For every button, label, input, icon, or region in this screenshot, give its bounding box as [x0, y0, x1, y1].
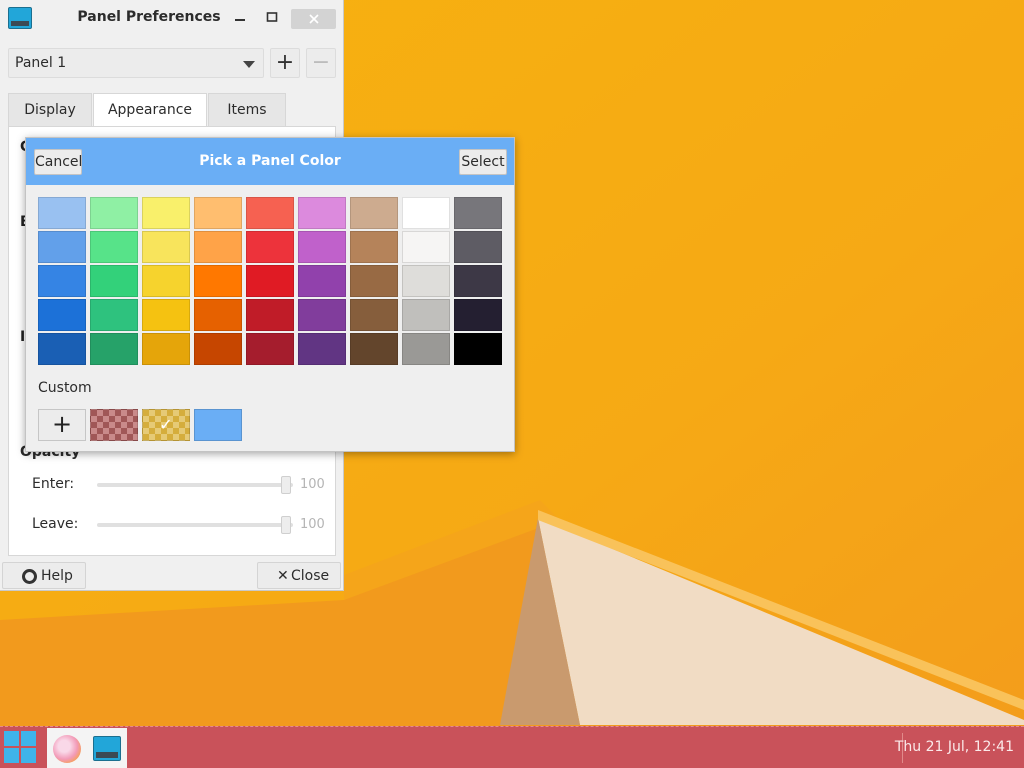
taskbar: Thu 21 Jul, 12:41	[0, 726, 1024, 768]
color-swatch[interactable]	[350, 197, 398, 229]
color-swatch[interactable]	[90, 299, 138, 331]
color-swatch[interactable]	[298, 299, 346, 331]
enter-opacity-label: Enter:	[32, 476, 75, 492]
add-custom-color-button[interactable]: +	[38, 409, 86, 441]
title-bar: Panel Preferences	[0, 0, 344, 38]
color-swatch[interactable]	[38, 299, 86, 331]
leave-opacity-label: Leave:	[32, 516, 79, 532]
color-swatch[interactable]	[454, 231, 502, 263]
color-swatch[interactable]	[90, 231, 138, 263]
close-button[interactable]: ✕ Close	[257, 562, 341, 589]
minimize-button[interactable]	[229, 9, 251, 29]
color-swatch[interactable]	[402, 197, 450, 229]
maximize-button[interactable]	[261, 9, 283, 29]
color-swatch[interactable]	[454, 333, 502, 365]
color-swatch[interactable]	[350, 231, 398, 263]
color-swatch[interactable]	[194, 265, 242, 297]
taskbar-firefox-button[interactable]	[47, 728, 87, 768]
leave-opacity-slider-handle[interactable]	[281, 516, 291, 534]
color-swatch-grid	[38, 197, 504, 365]
color-swatch[interactable]	[350, 333, 398, 365]
enter-opacity-slider-handle[interactable]	[281, 476, 291, 494]
minimize-icon	[235, 19, 245, 21]
firefox-icon	[53, 735, 81, 763]
color-swatch[interactable]	[90, 265, 138, 297]
color-swatch[interactable]	[246, 197, 294, 229]
color-swatch[interactable]	[38, 265, 86, 297]
chevron-down-icon	[243, 61, 255, 68]
color-swatch[interactable]	[194, 231, 242, 263]
color-swatch[interactable]	[38, 333, 86, 365]
color-swatch[interactable]	[90, 197, 138, 229]
color-swatch[interactable]	[38, 197, 86, 229]
add-panel-button[interactable]: +	[270, 48, 300, 78]
help-lifebuoy-icon	[22, 569, 37, 584]
start-menu-button[interactable]	[0, 727, 42, 768]
color-swatch[interactable]	[402, 231, 450, 263]
color-swatch[interactable]	[194, 299, 242, 331]
taskbar-panel-preferences-button[interactable]	[87, 728, 127, 768]
cancel-button[interactable]: Cancel	[34, 149, 82, 175]
color-swatch[interactable]	[142, 299, 190, 331]
window-title: Panel Preferences	[77, 9, 221, 25]
enter-opacity-value: 100	[300, 477, 325, 492]
close-button-label: Close	[291, 568, 330, 584]
close-icon	[308, 14, 319, 24]
panel-select-value: Panel 1	[15, 55, 67, 71]
color-swatch[interactable]	[402, 265, 450, 297]
custom-colors-label: Custom	[38, 380, 92, 396]
tab-display[interactable]: Display	[8, 93, 92, 126]
maximize-icon	[266, 12, 278, 22]
color-swatch[interactable]	[402, 333, 450, 365]
close-window-button[interactable]	[291, 9, 336, 29]
color-swatch[interactable]	[142, 265, 190, 297]
color-swatch[interactable]	[246, 333, 294, 365]
color-swatch[interactable]	[246, 299, 294, 331]
custom-color-swatch-selected[interactable]: ✓	[142, 409, 190, 441]
panel-preferences-icon	[93, 736, 121, 761]
color-swatch[interactable]	[38, 231, 86, 263]
clock[interactable]: Thu 21 Jul, 12:41	[895, 739, 1014, 755]
checkmark-icon: ✓	[159, 415, 173, 434]
select-button[interactable]: Select	[459, 149, 507, 175]
remove-panel-button[interactable]: −	[306, 48, 336, 78]
close-icon: ✕	[277, 568, 289, 584]
custom-color-swatch[interactable]	[194, 409, 242, 441]
tab-items[interactable]: Items	[208, 93, 286, 126]
custom-color-swatch[interactable]	[90, 409, 138, 441]
color-swatch[interactable]	[246, 265, 294, 297]
color-swatch[interactable]	[90, 333, 138, 365]
color-swatch[interactable]	[350, 265, 398, 297]
tab-appearance[interactable]: Appearance	[93, 93, 207, 127]
color-swatch[interactable]	[142, 197, 190, 229]
leave-opacity-slider[interactable]	[97, 523, 293, 527]
color-swatch[interactable]	[454, 299, 502, 331]
help-button-label: Help	[41, 568, 73, 584]
panel-select-dropdown[interactable]: Panel 1	[8, 48, 264, 78]
panel-preferences-app-icon	[8, 7, 32, 29]
color-swatch[interactable]	[298, 265, 346, 297]
color-swatch[interactable]	[142, 231, 190, 263]
dialog-title: Pick a Panel Color	[199, 153, 341, 169]
color-swatch[interactable]	[298, 231, 346, 263]
color-swatch[interactable]	[350, 299, 398, 331]
enter-opacity-slider[interactable]	[97, 483, 293, 487]
color-swatch[interactable]	[194, 333, 242, 365]
color-swatch[interactable]	[454, 197, 502, 229]
leave-opacity-value: 100	[300, 517, 325, 532]
color-swatch[interactable]	[298, 333, 346, 365]
color-swatch[interactable]	[402, 299, 450, 331]
color-swatch[interactable]	[194, 197, 242, 229]
color-swatch[interactable]	[298, 197, 346, 229]
dialog-header: Pick a Panel Color Cancel Select	[26, 138, 514, 185]
windows-logo-icon	[4, 731, 36, 763]
pick-panel-color-dialog: Pick a Panel Color Cancel Select Custom …	[25, 137, 515, 452]
color-swatch[interactable]	[142, 333, 190, 365]
color-swatch[interactable]	[246, 231, 294, 263]
color-swatch[interactable]	[454, 265, 502, 297]
help-button[interactable]: Help	[2, 562, 86, 589]
